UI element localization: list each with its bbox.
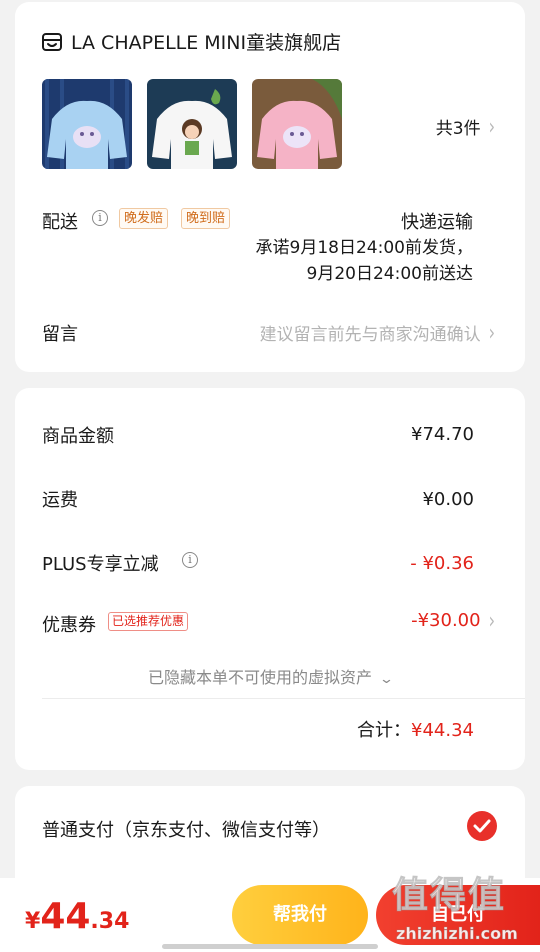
price-decimal: .34 (90, 909, 130, 934)
store-header[interactable]: LA CHAPELLE MINI童装旗舰店 (41, 28, 341, 55)
item-count-label: 共3件 (435, 119, 481, 139)
late-ship-tag: 晚发赔 (119, 208, 169, 229)
shipping-label: 配送 (42, 212, 78, 233)
shipping-method[interactable]: 快递运输 (401, 208, 473, 234)
amount-card: 商品金额 ¥74.70 运费 ¥0.00 PLUS专享立减 i - ¥0.36 … (15, 388, 525, 770)
late-arrival-tag: 晚到赔 (181, 208, 231, 229)
freight-value: ¥0.00 (422, 489, 474, 510)
price-integer: 44 (40, 896, 91, 937)
chevron-down-icon: ⌄ (378, 672, 395, 687)
total-label: 合计： (357, 720, 412, 741)
goods-amount-label: 商品金额 (42, 426, 114, 447)
home-indicator (162, 944, 378, 949)
info-icon[interactable]: i (92, 210, 108, 226)
help-pay-button[interactable]: 帮我付 (232, 885, 368, 945)
checkout-bar: ¥44.34 帮我付 自己付 (0, 878, 540, 952)
checked-icon[interactable] (467, 811, 497, 841)
shipping-promise-line: 承诺9月18日24:00前发货， (255, 238, 473, 258)
chevron-right-icon: › (488, 607, 495, 634)
store-card: LA CHAPELLE MINI童装旗舰店 共3件 › 配送 i 晚发赔 晚到赔… (15, 2, 525, 372)
currency-symbol: ¥ (25, 909, 41, 934)
coupon-tag: 已选推荐优惠 (108, 612, 189, 631)
goods-amount-value: ¥74.70 (411, 424, 474, 445)
payment-method-label[interactable]: 普通支付（京东支付、微信支付等） (42, 816, 330, 842)
order-total: 合计：¥44.34 (357, 716, 474, 742)
chevron-right-icon: › (488, 113, 495, 140)
plus-discount-value: - ¥0.36 (410, 553, 474, 574)
item-count[interactable]: 共3件 › (435, 113, 495, 140)
store-icon (42, 32, 62, 51)
chevron-right-icon: › (488, 319, 495, 346)
total-value: ¥44.34 (411, 720, 474, 741)
product-thumbnail[interactable] (42, 79, 132, 169)
hidden-assets-text: 已隐藏本单不可使用的虚拟资产 (147, 668, 372, 687)
pay-amount: ¥44.34 (25, 896, 129, 937)
note-placeholder: 建议留言前先与商家沟通确认 (259, 325, 481, 345)
product-thumbnail[interactable] (147, 79, 237, 169)
coupon-value: -¥30.00 (411, 610, 481, 631)
product-thumbnail[interactable] (252, 79, 342, 169)
self-pay-button[interactable]: 自己付 (376, 885, 540, 945)
coupon-selector[interactable]: -¥30.00 › (411, 607, 495, 634)
divider (42, 698, 525, 699)
note-label: 留言 (42, 324, 78, 345)
note-input[interactable]: 建议留言前先与商家沟通确认 › (259, 319, 495, 346)
shipping-promise-line: 9月20日24:00前送达 (306, 264, 473, 284)
info-icon[interactable]: i (182, 552, 198, 568)
plus-discount-label: PLUS专享立减 (42, 554, 159, 575)
shipping-promise: 承诺9月18日24:00前发货， 9月20日24:00前送达 (256, 235, 473, 287)
coupon-label: 优惠券 (42, 615, 96, 636)
freight-label: 运费 (42, 490, 78, 511)
store-name: LA CHAPELLE MINI童装旗舰店 (71, 32, 342, 54)
hidden-assets-toggle[interactable]: 已隐藏本单不可使用的虚拟资产 ⌄ (15, 664, 525, 688)
